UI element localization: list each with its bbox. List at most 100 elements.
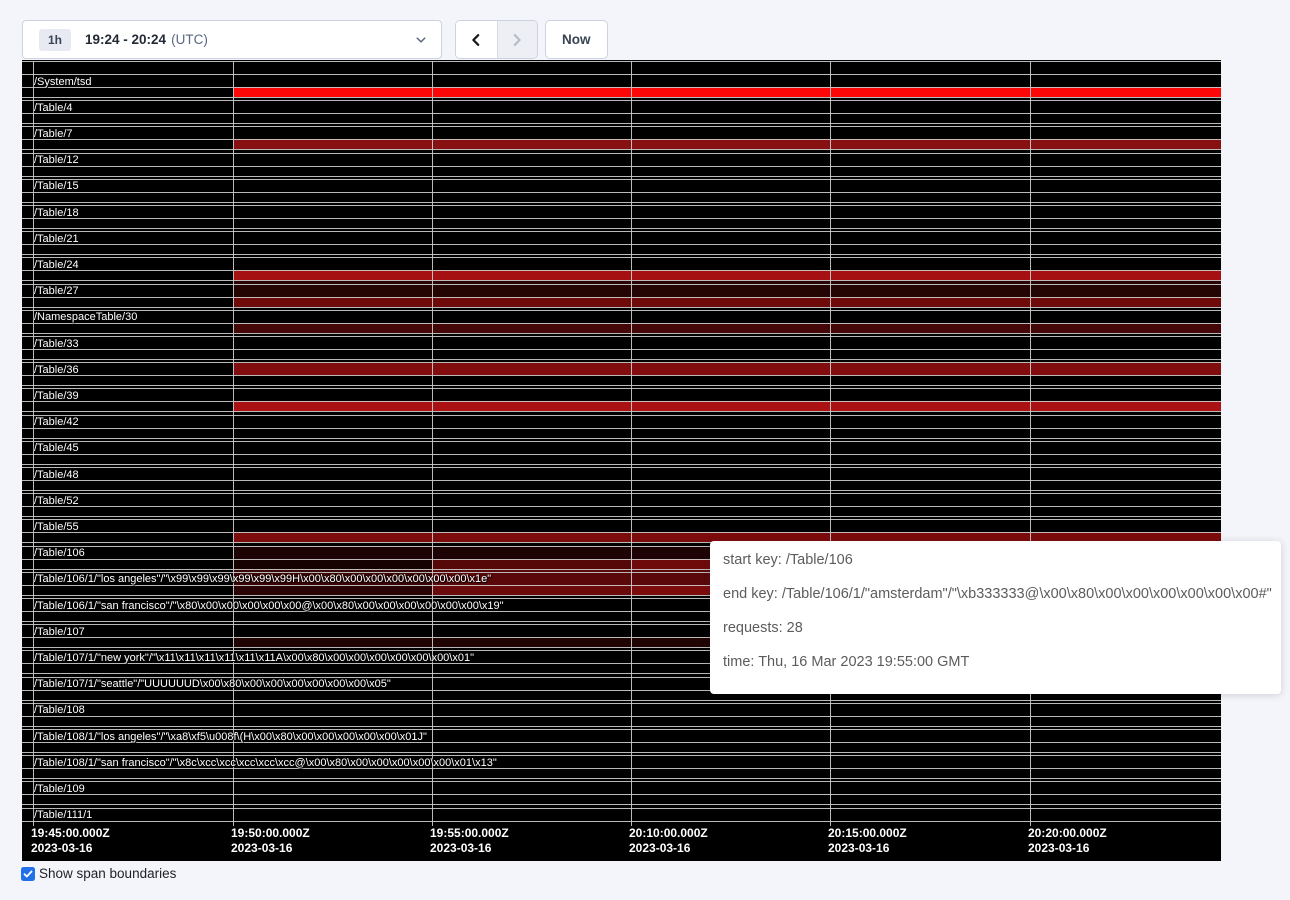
show-span-boundaries-label: Show span boundaries	[39, 866, 176, 881]
span-boundary-line	[22, 401, 1221, 402]
next-interval-button[interactable]	[497, 21, 538, 58]
row-label: /Table/45	[34, 442, 79, 454]
heat-band[interactable]	[233, 270, 1221, 280]
span-boundary-line	[22, 192, 1221, 193]
span-boundary-line	[22, 218, 1221, 219]
tooltip-time: time: Thu, 16 Mar 2023 19:55:00 GMT	[723, 655, 1281, 670]
row-label: /Table/48	[34, 469, 79, 481]
span-boundary-line	[22, 333, 1221, 334]
time-bucket-line	[432, 61, 433, 826]
row-label: /Table/106	[34, 547, 85, 559]
chevron-down-icon	[415, 34, 427, 46]
time-axis-tick: 19:50:00.000Z2023-03-16	[231, 826, 310, 856]
span-boundary-line	[22, 441, 1221, 442]
time-axis-tick: 20:10:00.000Z2023-03-16	[629, 826, 708, 856]
span-boundary-line	[22, 438, 1221, 439]
span-boundary-line	[22, 257, 1221, 258]
key-visualizer-page: 1h 19:24 - 20:24 (UTC) Now /System/tsd/T…	[0, 0, 1290, 900]
span-boundary-line	[22, 153, 1221, 154]
check-icon	[23, 869, 33, 879]
span-boundary-line	[22, 454, 1221, 455]
span-boundary-line	[22, 126, 1221, 127]
span-boundary-line	[22, 149, 1221, 150]
row-label: /Table/109	[34, 783, 85, 795]
tick-date: 2023-03-16	[231, 841, 310, 856]
span-boundary-line	[22, 808, 1221, 809]
range-timezone: (UTC)	[171, 32, 208, 47]
heat-band[interactable]	[233, 297, 1221, 307]
time-range-picker[interactable]: 1h 19:24 - 20:24 (UTC)	[22, 20, 442, 59]
span-boundary-line	[22, 284, 1221, 285]
row-label: /System/tsd	[34, 76, 91, 88]
heat-band[interactable]	[233, 87, 1221, 97]
span-boundary-line	[22, 359, 1221, 360]
row-label: /Table/42	[34, 416, 79, 428]
span-boundary-line	[22, 385, 1221, 386]
span-boundary-line	[22, 480, 1221, 481]
row-label: /Table/108	[34, 704, 85, 716]
span-boundary-line	[22, 703, 1221, 704]
row-label: /Table/24	[34, 259, 79, 271]
heat-band[interactable]	[233, 363, 1221, 375]
span-boundary-line	[22, 493, 1221, 494]
show-span-boundaries-control[interactable]: Show span boundaries	[21, 866, 176, 881]
tick-time: 20:10:00.000Z	[629, 826, 708, 841]
tick-date: 2023-03-16	[629, 841, 708, 856]
tick-date: 2023-03-16	[31, 841, 110, 856]
row-label: /Table/107	[34, 626, 85, 638]
now-button[interactable]: Now	[545, 20, 608, 59]
row-label: /Table/108/1/"los angeles"/"\xa8\xf5\u00…	[34, 731, 427, 743]
heat-band[interactable]	[233, 139, 1221, 149]
row-label: /Table/18	[34, 207, 79, 219]
span-boundary-line	[22, 202, 1221, 203]
heat-band[interactable]	[233, 285, 1221, 297]
time-bucket-line	[1030, 61, 1031, 826]
span-boundary-line	[22, 336, 1221, 337]
span-boundary-line	[22, 726, 1221, 727]
row-label: /Table/111/1	[34, 809, 92, 821]
previous-interval-button[interactable]	[456, 21, 497, 58]
row-label: /Table/12	[34, 154, 79, 166]
row-label: /Table/7	[34, 128, 73, 140]
tooltip-end-key: end key: /Table/106/1/"amsterdam"/"\xb33…	[723, 587, 1281, 602]
tooltip-requests: requests: 28	[723, 621, 1281, 636]
span-boundary-line	[22, 752, 1221, 753]
time-bucket-line	[233, 61, 234, 826]
heat-band[interactable]	[233, 585, 432, 595]
heat-band[interactable]	[233, 559, 432, 569]
span-boundary-line	[22, 228, 1221, 229]
row-label: /Table/39	[34, 390, 79, 402]
show-span-boundaries-checkbox[interactable]	[21, 867, 35, 881]
heat-band[interactable]	[432, 559, 631, 569]
span-boundary-line	[22, 716, 1221, 717]
span-boundary-line	[22, 700, 1221, 701]
row-label: /Table/107/1/"seattle"/"UUUUUUD\x00\x80\…	[34, 678, 391, 690]
row-label: /Table/107/1/"new york"/"\x11\x11\x11\x1…	[34, 652, 474, 664]
row-label: /Table/52	[34, 495, 79, 507]
tick-date: 2023-03-16	[828, 841, 907, 856]
span-boundary-line	[22, 310, 1221, 311]
span-boundary-line	[22, 821, 1221, 822]
span-boundary-line	[22, 516, 1221, 517]
span-boundary-line	[22, 804, 1221, 805]
heat-band[interactable]	[233, 401, 1221, 411]
row-label: /Table/106/1/"san francisco"/"\x80\x00\x…	[34, 600, 504, 612]
chevron-left-icon	[469, 33, 483, 47]
heat-band[interactable]	[432, 585, 631, 595]
key-visualizer-canvas[interactable]: /System/tsd/Table/4/Table/7/Table/12/Tab…	[22, 60, 1221, 861]
tick-time: 20:15:00.000Z	[828, 826, 907, 841]
heat-band[interactable]	[233, 323, 1221, 333]
time-axis-tick: 20:15:00.000Z2023-03-16	[828, 826, 907, 856]
row-label: /NamespaceTable/30	[34, 311, 137, 323]
span-boundary-line	[22, 244, 1221, 245]
time-bucket-line	[830, 61, 831, 826]
time-bucket-line	[631, 61, 632, 826]
span-boundary-line	[22, 781, 1221, 782]
tick-time: 19:45:00.000Z	[31, 826, 110, 841]
tick-date: 2023-03-16	[430, 841, 509, 856]
tick-time: 19:50:00.000Z	[231, 826, 310, 841]
span-boundary-line	[22, 467, 1221, 468]
row-label: /Table/106/1/"los angeles"/"\x99\x99\x99…	[34, 573, 491, 585]
range-text: 19:24 - 20:24	[85, 32, 166, 47]
span-boundary-line	[22, 205, 1221, 206]
